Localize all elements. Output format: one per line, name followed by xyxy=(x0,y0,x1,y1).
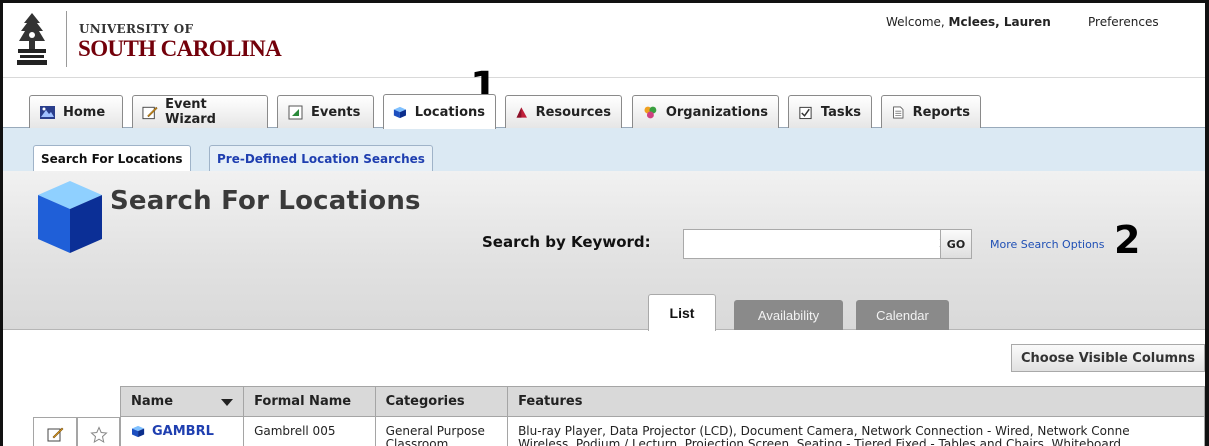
home-icon xyxy=(40,105,55,119)
sort-descending-icon[interactable] xyxy=(221,399,234,406)
edit-cell xyxy=(33,417,77,446)
logo-university-of: UNIVERSITY OF xyxy=(79,22,194,36)
locations-cube-icon xyxy=(393,106,406,118)
keyword-label: Search by Keyword: xyxy=(482,233,651,251)
cell-name: GAMBRL xyxy=(119,416,245,446)
location-name-link[interactable]: GAMBRL xyxy=(131,425,214,438)
tab-resources-label: Resources xyxy=(535,104,611,120)
organizations-icon xyxy=(644,106,657,118)
events-icon xyxy=(288,105,303,119)
user-name: Mclees, Lauren xyxy=(948,15,1051,29)
tab-home[interactable]: Home xyxy=(29,95,123,128)
university-seal-icon xyxy=(17,13,47,65)
column-name-label: Name xyxy=(131,394,174,409)
edit-icon[interactable] xyxy=(47,426,64,442)
location-cube-icon xyxy=(132,425,145,438)
resources-icon xyxy=(516,106,527,118)
tab-events[interactable]: Events xyxy=(277,95,374,128)
keyword-field: x xyxy=(683,229,972,259)
results-list-area: Choose Visible Columns Name Formal Name … xyxy=(3,330,1205,446)
row-controls xyxy=(33,417,120,446)
tab-tasks[interactable]: Tasks xyxy=(788,95,872,128)
tab-resources[interactable]: Resources xyxy=(505,95,622,128)
table-header-row: Name Formal Name Categories Features xyxy=(119,386,1205,417)
cell-categories: General Purpose Classroom xyxy=(374,416,509,446)
location-name-text: GAMBRL xyxy=(152,424,214,439)
tab-event-wizard[interactable]: Event Wizard xyxy=(132,95,268,128)
keyword-search-input[interactable] xyxy=(684,230,934,258)
tab-home-label: Home xyxy=(63,104,106,120)
welcome-prefix: Welcome, xyxy=(886,15,949,29)
tab-event-wizard-label: Event Wizard xyxy=(165,97,216,127)
star-icon[interactable] xyxy=(90,426,108,444)
welcome-text: Welcome, Mclees, Lauren xyxy=(886,15,1051,29)
event-wizard-icon xyxy=(142,106,158,119)
cell-features: Blu-ray Player, Data Projector (LCD), Do… xyxy=(507,416,1205,446)
callout-2: 2 xyxy=(1114,218,1141,262)
favorite-cell xyxy=(77,417,120,446)
tasks-icon xyxy=(799,106,812,119)
view-tab-calendar[interactable]: Calendar xyxy=(856,300,949,330)
tab-organizations-label: Organizations xyxy=(665,104,768,120)
column-header-formal-name[interactable]: Formal Name xyxy=(243,386,376,417)
reports-icon xyxy=(893,106,904,118)
cell-formal-name: Gambrell 005 xyxy=(243,416,376,446)
categories-line-2: Classroom xyxy=(385,437,449,446)
tab-events-label: Events xyxy=(311,104,361,120)
tab-locations-label: Locations xyxy=(414,104,485,120)
site-header: UNIVERSITY OF SOUTH CAROLINA Welcome, Mc… xyxy=(3,3,1205,78)
features-line-2: Wireless, Podium / Lecturn, Projection S… xyxy=(518,437,1122,446)
column-header-features[interactable]: Features xyxy=(507,386,1205,417)
tab-reports[interactable]: Reports xyxy=(881,95,981,128)
view-tab-list[interactable]: List xyxy=(648,294,716,331)
main-tab-bar: Home Event Wizard Events Locations Resou… xyxy=(3,78,1205,129)
logo-south-carolina: SOUTH CAROLINA xyxy=(78,36,282,61)
sub-tab-bar: Search For Locations Pre-Defined Locatio… xyxy=(3,128,1205,171)
subtab-search-for-locations[interactable]: Search For Locations xyxy=(33,145,191,171)
column-header-categories[interactable]: Categories xyxy=(374,386,509,417)
logo-divider xyxy=(66,11,67,67)
go-button[interactable]: GO xyxy=(940,229,972,259)
app-frame: UNIVERSITY OF SOUTH CAROLINA Welcome, Mc… xyxy=(0,0,1209,446)
search-panel: Search For Locations Search by Keyword: … xyxy=(3,171,1205,331)
subtab-pre-defined-searches[interactable]: Pre-Defined Location Searches xyxy=(209,145,433,171)
table-row: GAMBRL Gambrell 005 General Purpose Class… xyxy=(119,416,1205,446)
tab-reports-label: Reports xyxy=(912,104,970,120)
tab-tasks-label: Tasks xyxy=(820,104,861,120)
preferences-link[interactable]: Preferences xyxy=(1088,15,1159,29)
more-search-options-link[interactable]: More Search Options xyxy=(990,238,1105,251)
locations-cube-logo-icon xyxy=(38,181,102,253)
page-title: Search For Locations xyxy=(110,186,421,216)
tab-locations[interactable]: Locations xyxy=(383,94,496,129)
choose-visible-columns-button[interactable]: Choose Visible Columns xyxy=(1011,344,1205,372)
results-table: Name Formal Name Categories Features GAM… xyxy=(119,386,1205,446)
view-tab-availability[interactable]: Availability xyxy=(734,300,843,330)
column-header-name[interactable]: Name xyxy=(119,386,245,417)
tab-organizations[interactable]: Organizations xyxy=(632,95,779,128)
